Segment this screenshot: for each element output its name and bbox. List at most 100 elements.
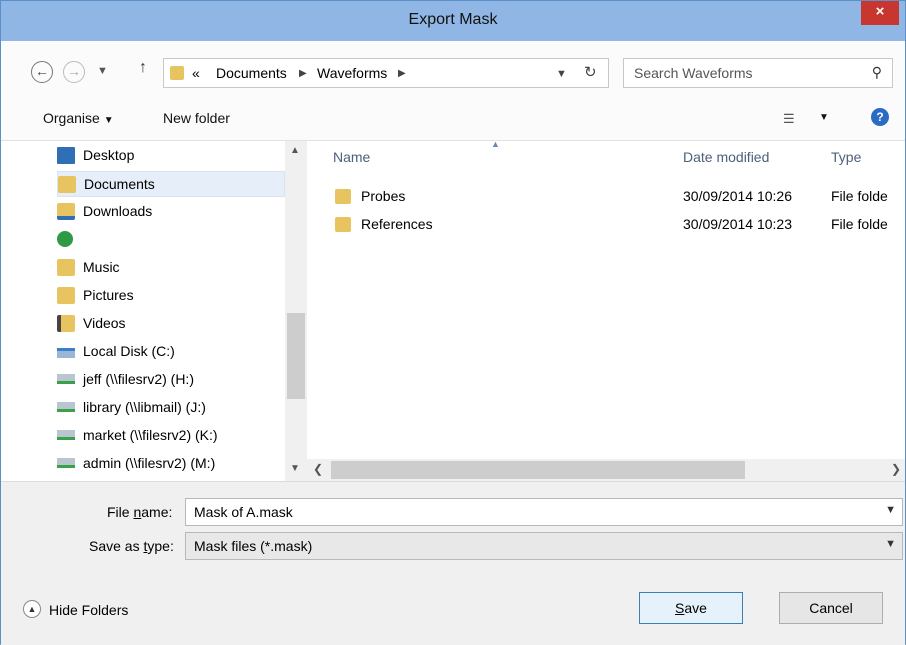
chevron-down-icon[interactable]: ▼ [819,112,829,123]
chevron-down-icon[interactable]: ▼ [556,68,567,80]
label-part: File [107,504,134,520]
save-type-label: Save as type: [89,538,174,554]
chevron-left-icon[interactable]: ❮ [313,462,323,476]
network-drive-icon [57,430,75,440]
export-mask-dialog: Export Mask × ← → ▼ ↑ « Documents ▶ Wave… [0,0,906,645]
command-bar: Organise ▼ New folder ☰ ▼ ? [1,95,905,141]
nav-item-label: market (\\filesrv2) (K:) [83,427,218,443]
desktop-icon [57,147,75,164]
chevron-down-icon[interactable]: ▼ [885,538,896,550]
breadcrumb-documents[interactable]: Documents [216,65,287,81]
view-options-icon[interactable]: ☰ [783,111,795,127]
scrollbar-thumb[interactable] [331,461,745,479]
file-list-hscrollbar[interactable]: ❮ ❯ [307,459,905,481]
file-row[interactable]: Probes 30/09/2014 10:26 File folde [335,184,905,210]
chevron-down-icon[interactable]: ▼ [885,504,896,516]
back-button[interactable]: ← [31,61,53,83]
save-type-select[interactable]: Mask files (*.mask) ▼ [185,532,903,560]
title-bar[interactable]: Export Mask × [1,1,905,41]
file-date: 30/09/2014 10:26 [683,188,792,204]
file-row[interactable]: References 30/09/2014 10:23 File folde [335,212,905,238]
save-label: ave [684,600,707,616]
nav-item-music[interactable]: Music [57,255,285,281]
nav-item-label: Downloads [83,203,153,219]
nav-item-local-disk[interactable]: Local Disk (C:) [57,339,285,365]
chevron-right-icon[interactable]: ▶ [299,68,307,79]
nav-item-label: Music [83,259,120,275]
scrollbar-thumb[interactable] [287,313,305,399]
nav-item-label: library (\\libmail) (J:) [83,399,206,415]
column-header-type[interactable]: Type [831,149,861,165]
nav-item-label: jeff (\\filesrv2) (H:) [83,371,194,387]
nav-item-desktop[interactable]: Desktop [57,143,285,169]
nav-item-homegroup[interactable] [57,227,213,253]
file-name-field[interactable]: Mask of A.mask ▼ [185,498,903,526]
nav-item-label: Desktop [83,147,135,163]
save-accesskey: S [675,600,685,616]
chevron-right-icon[interactable]: ▶ [398,68,406,79]
chevron-up-icon[interactable]: ▲ [290,145,300,156]
file-name: Probes [361,188,406,204]
organise-menu[interactable]: Organise ▼ [43,110,114,126]
breadcrumb-overflow[interactable]: « [192,65,200,81]
downloads-icon [57,203,75,220]
hide-folders-icon[interactable]: ▲ [23,600,41,618]
network-drive-icon [57,458,75,468]
address-row: ← → ▼ ↑ « Documents ▶ Waveforms ▶ ▼ ↻ Se… [1,41,905,95]
nav-item-admin-drive[interactable]: admin (\\filesrv2) (M:) [57,451,285,477]
nav-scrollbar[interactable]: ▲ ▼ [285,141,307,481]
file-name-label: File name: [107,504,172,520]
nav-item-documents[interactable]: Documents [57,171,285,197]
file-list: Name ▲ Date modified Type Probes 30/09/2… [307,139,905,481]
folder-icon [335,217,351,232]
local-disk-icon [57,348,75,358]
nav-item-videos[interactable]: Videos [57,311,285,337]
cancel-button[interactable]: Cancel [779,592,883,624]
refresh-icon[interactable]: ↻ [584,63,597,81]
homegroup-icon [57,231,73,247]
videos-icon [57,315,75,332]
nav-item-label: Videos [83,315,126,331]
column-header-date[interactable]: Date modified [683,149,769,165]
up-arrow-icon[interactable]: ↑ [139,59,147,77]
forward-button[interactable]: → [63,61,85,83]
network-drive-icon [57,402,75,412]
pictures-icon [57,287,75,304]
network-drive-icon [57,374,75,384]
nav-item-downloads[interactable]: Downloads [57,199,285,225]
file-name-value: Mask of A.mask [194,504,293,520]
music-icon [57,259,75,276]
search-icon[interactable]: ⚲ [872,64,882,81]
search-input[interactable]: Search Waveforms ⚲ [623,58,893,88]
new-folder-button[interactable]: New folder [163,110,230,126]
file-name: References [361,216,433,232]
chevron-down-icon[interactable]: ▼ [290,463,300,474]
recent-locations-dropdown[interactable]: ▼ [97,65,108,77]
search-placeholder: Search Waveforms [634,65,753,81]
file-type: File folde [831,188,888,204]
column-header-name[interactable]: Name [333,149,370,165]
nav-item-market-drive[interactable]: market (\\filesrv2) (K:) [57,423,285,449]
window-title: Export Mask [408,11,498,28]
breadcrumb-waveforms[interactable]: Waveforms [317,65,387,81]
label-part: Save as [89,538,144,554]
documents-icon [58,176,76,193]
hide-folders-button[interactable]: Hide Folders [49,602,128,618]
close-button[interactable]: × [861,1,899,25]
chevron-right-icon[interactable]: ❯ [891,462,901,476]
nav-item-label: Documents [84,176,155,192]
label-part: ame: [141,504,173,520]
nav-item-pictures[interactable]: Pictures [57,283,285,309]
save-button[interactable]: Save [639,592,743,624]
file-type: File folde [831,216,888,232]
nav-item-jeff-drive[interactable]: jeff (\\filesrv2) (H:) [57,367,285,393]
navigation-pane: Desktop Documents Downloads Music Pictur… [1,141,307,481]
nav-item-library-drive[interactable]: library (\\libmail) (J:) [57,395,285,421]
file-date: 30/09/2014 10:23 [683,216,792,232]
help-icon[interactable]: ? [871,108,889,126]
chevron-down-icon: ▼ [103,115,114,126]
label-part: ype: [147,538,174,554]
folder-icon [170,66,184,80]
address-bar[interactable]: « Documents ▶ Waveforms ▶ ▼ ↻ [163,58,609,88]
organise-label: Organise [43,110,100,126]
